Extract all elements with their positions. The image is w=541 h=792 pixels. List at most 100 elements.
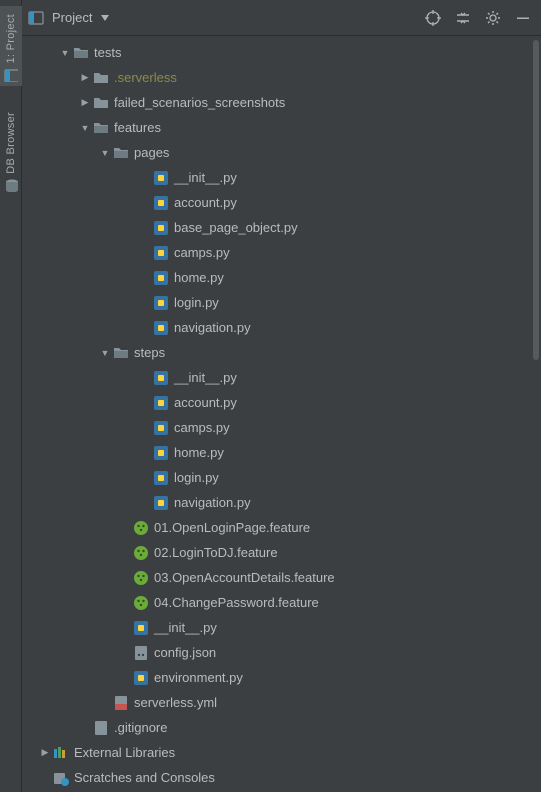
cucumber-file-icon bbox=[132, 595, 150, 611]
chevron-down-icon[interactable]: ▼ bbox=[58, 48, 72, 58]
python-file-icon bbox=[152, 445, 170, 461]
project-tree: ▼ tests ▶ .serverless ▶ failed_scenarios… bbox=[22, 36, 531, 792]
folder-icon bbox=[72, 45, 90, 61]
tree-file[interactable]: camps.py bbox=[22, 240, 531, 265]
cucumber-file-icon bbox=[132, 545, 150, 561]
python-file-icon bbox=[152, 295, 170, 311]
tree-label: 01.OpenLoginPage.feature bbox=[154, 520, 310, 535]
tree-label: home.py bbox=[174, 445, 224, 460]
python-file-icon bbox=[152, 320, 170, 336]
tree-file-environment-py[interactable]: environment.py bbox=[22, 665, 531, 690]
tree-label: pages bbox=[134, 145, 169, 160]
tree-label: base_page_object.py bbox=[174, 220, 298, 235]
tree-file-serverless-yml[interactable]: serverless.yml bbox=[22, 690, 531, 715]
minimize-icon[interactable] bbox=[515, 10, 531, 26]
project-window-icon bbox=[28, 10, 44, 26]
tree-label: .gitignore bbox=[114, 720, 167, 735]
collapse-all-icon[interactable] bbox=[455, 10, 471, 26]
json-file-icon bbox=[132, 645, 150, 661]
tree-label: features bbox=[114, 120, 161, 135]
tree-file-config-json[interactable]: config.json bbox=[22, 640, 531, 665]
tree-file[interactable]: base_page_object.py bbox=[22, 215, 531, 240]
tree-label: 02.LoginToDJ.feature bbox=[154, 545, 278, 560]
toolwindow-tab-dbbrowser[interactable]: DB Browser bbox=[0, 100, 22, 200]
tree-folder-pages[interactable]: ▼ pages bbox=[22, 140, 531, 165]
tree-file[interactable]: __init__.py bbox=[22, 365, 531, 390]
tree-file[interactable]: 02.LoginToDJ.feature bbox=[22, 540, 531, 565]
tree-file[interactable]: login.py bbox=[22, 465, 531, 490]
tree-file[interactable]: 04.ChangePassword.feature bbox=[22, 590, 531, 615]
project-dropdown[interactable]: Project bbox=[52, 10, 92, 25]
tree-label: login.py bbox=[174, 295, 219, 310]
chevron-right-icon[interactable]: ▶ bbox=[78, 97, 92, 108]
tree-label: camps.py bbox=[174, 245, 230, 260]
tree-folder-serverless[interactable]: ▶ .serverless bbox=[22, 65, 531, 90]
tree-label: __init__.py bbox=[174, 370, 237, 385]
tree-folder-failed-screenshots[interactable]: ▶ failed_scenarios_screenshots bbox=[22, 90, 531, 115]
file-icon bbox=[92, 720, 110, 736]
tree-file[interactable]: navigation.py bbox=[22, 315, 531, 340]
python-file-icon bbox=[152, 195, 170, 211]
tree-folder-tests[interactable]: ▼ tests bbox=[22, 40, 531, 65]
python-file-icon bbox=[132, 670, 150, 686]
tree-scratches[interactable]: Scratches and Consoles bbox=[22, 765, 531, 790]
folder-icon bbox=[92, 95, 110, 111]
folder-icon bbox=[92, 120, 110, 136]
tree-label: camps.py bbox=[174, 420, 230, 435]
tree-file[interactable]: home.py bbox=[22, 265, 531, 290]
tree-file[interactable]: navigation.py bbox=[22, 490, 531, 515]
tree-file[interactable]: login.py bbox=[22, 290, 531, 315]
python-file-icon bbox=[152, 495, 170, 511]
tree-label: __init__.py bbox=[174, 170, 237, 185]
tree-folder-steps[interactable]: ▼ steps bbox=[22, 340, 531, 365]
python-file-icon bbox=[152, 420, 170, 436]
tree-file[interactable]: home.py bbox=[22, 440, 531, 465]
tree-label: account.py bbox=[174, 195, 237, 210]
tree-file[interactable]: account.py bbox=[22, 390, 531, 415]
tree-label: tests bbox=[94, 45, 121, 60]
tree-file[interactable]: 01.OpenLoginPage.feature bbox=[22, 515, 531, 540]
gutter-label: 1: Project bbox=[5, 14, 17, 63]
project-toolbar: Project bbox=[22, 0, 541, 36]
tree-label: config.json bbox=[154, 645, 216, 660]
tree-file[interactable]: 03.OpenAccountDetails.feature bbox=[22, 565, 531, 590]
chevron-right-icon[interactable]: ▶ bbox=[38, 747, 52, 758]
toolwindow-tab-project[interactable]: 1: Project bbox=[0, 6, 22, 86]
python-file-icon bbox=[152, 370, 170, 386]
python-file-icon bbox=[152, 170, 170, 186]
python-file-icon bbox=[152, 395, 170, 411]
chevron-down-icon[interactable]: ▼ bbox=[78, 123, 92, 133]
python-file-icon bbox=[152, 220, 170, 236]
chevron-down-icon[interactable]: ▼ bbox=[98, 348, 112, 358]
tree-label: failed_scenarios_screenshots bbox=[114, 95, 285, 110]
tree-folder-features[interactable]: ▼ features bbox=[22, 115, 531, 140]
tree-label: __init__.py bbox=[154, 620, 217, 635]
folder-icon bbox=[112, 145, 130, 161]
gear-icon[interactable] bbox=[485, 10, 501, 26]
tree-file[interactable]: camps.py bbox=[22, 415, 531, 440]
tree-file[interactable]: account.py bbox=[22, 190, 531, 215]
chevron-down-icon[interactable] bbox=[100, 13, 110, 23]
scratch-icon bbox=[52, 770, 70, 786]
cucumber-file-icon bbox=[132, 570, 150, 586]
tree-label: .serverless bbox=[114, 70, 177, 85]
python-file-icon bbox=[152, 245, 170, 261]
tree-file-init[interactable]: __init__.py bbox=[22, 615, 531, 640]
vertical-scrollbar[interactable] bbox=[533, 40, 539, 360]
locate-icon[interactable] bbox=[425, 10, 441, 26]
library-icon bbox=[52, 745, 70, 761]
tree-label: steps bbox=[134, 345, 165, 360]
tree-file[interactable]: __init__.py bbox=[22, 165, 531, 190]
tree-label: account.py bbox=[174, 395, 237, 410]
tree-label: login.py bbox=[174, 470, 219, 485]
tree-external-libraries[interactable]: ▶ External Libraries bbox=[22, 740, 531, 765]
tree-label: 04.ChangePassword.feature bbox=[154, 595, 319, 610]
database-icon bbox=[4, 178, 18, 192]
tree-label: navigation.py bbox=[174, 495, 251, 510]
chevron-right-icon[interactable]: ▶ bbox=[78, 72, 92, 83]
tree-label: Scratches and Consoles bbox=[74, 770, 215, 785]
tree-file-gitignore[interactable]: .gitignore bbox=[22, 715, 531, 740]
chevron-down-icon[interactable]: ▼ bbox=[98, 148, 112, 158]
folder-icon bbox=[92, 70, 110, 86]
python-file-icon bbox=[132, 620, 150, 636]
